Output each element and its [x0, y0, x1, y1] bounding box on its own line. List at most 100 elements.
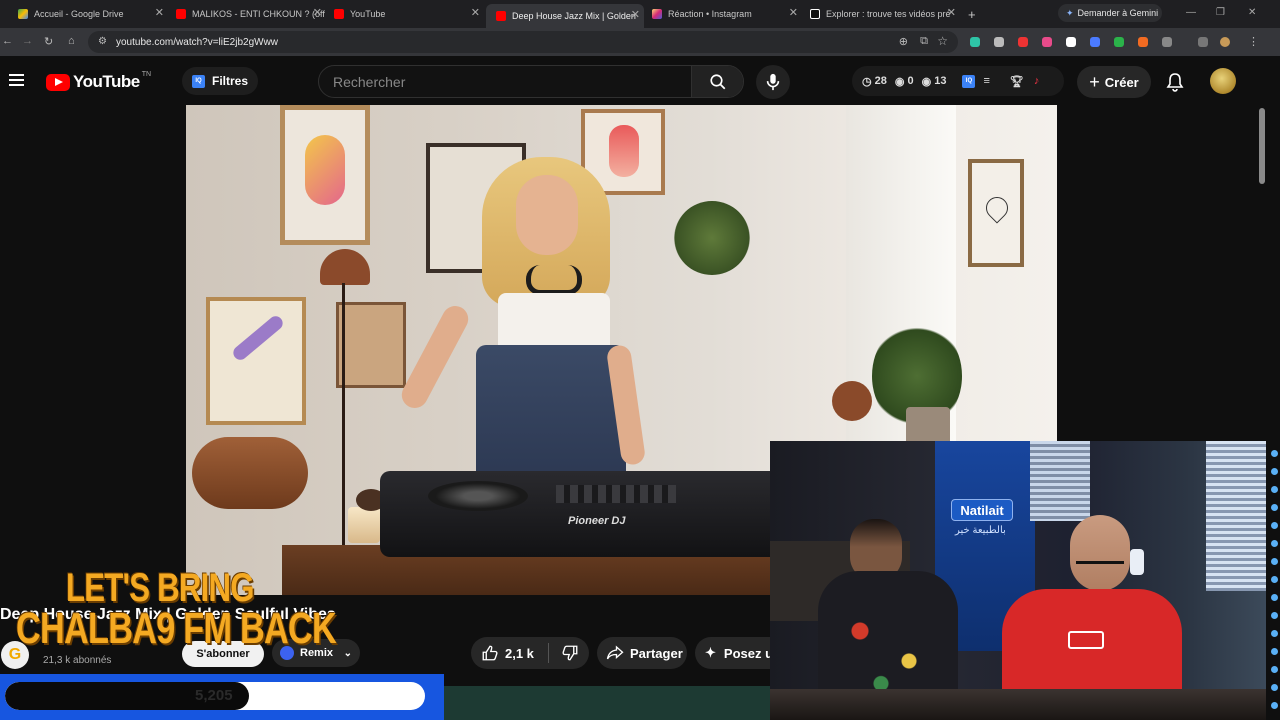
tab-tiktok[interactable]: Explorer : trouve tes vidéos pré ✕: [810, 4, 960, 24]
hanging-plant: [674, 201, 750, 275]
new-tab-button[interactable]: +: [968, 4, 984, 24]
page-scrollbar-thumb[interactable]: [1259, 108, 1265, 184]
reload-icon[interactable]: ↻: [44, 35, 53, 48]
tab-malikos[interactable]: MALIKOS - ENTI CHKOUN ? (off ✕: [176, 4, 326, 24]
youtube-icon: [496, 11, 506, 21]
minimize-icon[interactable]: —: [1186, 7, 1196, 18]
stat-value: 13: [934, 75, 947, 87]
watch-later-stat[interactable]: ◷ 28: [862, 75, 887, 88]
notification-alert-icon[interactable]: ♪: [1034, 75, 1040, 87]
dj-face: [516, 175, 578, 255]
lamp-stand: [342, 283, 345, 563]
media-controls-icon[interactable]: [1198, 37, 1208, 47]
wall-art-frame: [968, 159, 1024, 267]
leather-chair: [192, 437, 308, 509]
iq-extension-icon[interactable]: IQ: [962, 74, 976, 88]
like-button[interactable]: 2,1 k: [481, 644, 534, 662]
extension-icon[interactable]: [970, 37, 980, 47]
create-label: Créer: [1104, 74, 1139, 90]
tab-title: MALIKOS - ENTI CHKOUN ? (off: [192, 9, 325, 19]
overlay-dot-icon: [1271, 522, 1278, 529]
extension-stats-bar: ◷ 28 ◉ 0 ◉ 13 IQ ≡ 🏆︎ ♪: [852, 66, 1064, 96]
controller-brand-label: Pioneer DJ: [568, 515, 626, 527]
maximize-icon[interactable]: ❐: [1216, 7, 1225, 18]
create-button[interactable]: + Créer: [1077, 66, 1151, 98]
camera-extension-icon[interactable]: [994, 37, 1004, 47]
sparkle-icon: ✦: [705, 645, 716, 660]
headphones: [526, 265, 582, 295]
extension-icon[interactable]: [1138, 37, 1148, 47]
close-icon[interactable]: ✕: [789, 6, 798, 19]
close-icon[interactable]: ✕: [947, 6, 956, 19]
account-avatar[interactable]: [1210, 68, 1236, 94]
url-text: youtube.com/watch?v=liE2jb2gWww: [116, 36, 279, 48]
zoom-icon[interactable]: ⊕: [899, 35, 908, 48]
close-icon[interactable]: ✕: [471, 6, 480, 19]
window-blinds: [1206, 441, 1266, 591]
eye-icon: ◉: [894, 75, 905, 88]
trophy-icon[interactable]: 🏆︎: [1010, 75, 1024, 88]
close-icon[interactable]: ✕: [313, 6, 322, 19]
share-button[interactable]: Partager: [597, 637, 687, 669]
extension-icon[interactable]: [1114, 37, 1124, 47]
list-icon[interactable]: ≡: [983, 75, 989, 87]
window-close-icon[interactable]: ✕: [1248, 7, 1256, 18]
lamp-shade: [320, 249, 370, 285]
overlay-dot-icon: [1271, 594, 1278, 601]
vase: [832, 381, 872, 421]
youtube-logo[interactable]: YouTube TN: [46, 71, 151, 92]
search-icon: [709, 73, 725, 89]
like-count: 2,1 k: [505, 645, 534, 661]
overlay-dot-icon: [1271, 612, 1278, 619]
notifications-bell-icon[interactable]: [1166, 72, 1184, 92]
youtube-icon: [334, 9, 344, 19]
goal-progress-panel: 5,205: [0, 674, 444, 720]
tab-deep-house[interactable]: Deep House Jazz Mix | Golden ✕: [486, 4, 644, 28]
extension-icon[interactable]: [1042, 37, 1052, 47]
plus-icon: +: [968, 6, 976, 22]
views-stat[interactable]: ◉ 13: [922, 75, 947, 88]
filters-button[interactable]: IQ Filtres: [182, 67, 259, 95]
bookmark-star-icon[interactable]: ☆: [937, 34, 948, 48]
tab-youtube[interactable]: YouTube ✕: [334, 4, 484, 24]
kebab-menu-icon[interactable]: ⋮: [1248, 35, 1259, 48]
views-stat[interactable]: ◉ 0: [895, 75, 914, 88]
site-info-icon[interactable]: ⚙: [98, 36, 107, 47]
close-icon[interactable]: ✕: [155, 6, 164, 19]
mixer-knobs: [556, 485, 676, 503]
tab-instagram[interactable]: Réaction • Instagram ✕: [652, 4, 802, 24]
tab-google-drive[interactable]: Accueil - Google Drive ✕: [18, 4, 168, 24]
close-icon[interactable]: ✕: [631, 8, 640, 21]
instagram-icon: [652, 9, 662, 19]
jog-wheel: [428, 481, 528, 511]
home-icon[interactable]: ⌂: [68, 35, 75, 47]
search-input[interactable]: [319, 66, 693, 97]
gemini-sparkle-icon: ✦: [1066, 7, 1074, 18]
back-icon[interactable]: ←: [2, 35, 13, 47]
microphone-icon: [766, 73, 780, 91]
like-divider: [547, 643, 549, 663]
extension-icon[interactable]: [1090, 37, 1100, 47]
cast-icon[interactable]: ⧉: [920, 35, 928, 48]
address-bar[interactable]: ⚙ youtube.com/watch?v=liE2jb2gWww ⊕ ⧉ ☆: [88, 31, 958, 53]
youtube-play-icon: [46, 73, 70, 91]
plus-icon: +: [1089, 71, 1100, 92]
gemini-button[interactable]: ✦ Demander à Gemini: [1058, 4, 1162, 22]
google-drive-icon: [18, 9, 28, 19]
voice-search-button[interactable]: [756, 65, 790, 99]
browser-toolbar: ← → ↻ ⌂ ⚙ youtube.com/watch?v=liE2jb2gWw…: [0, 28, 1280, 56]
thumbs-up-icon: [482, 645, 498, 661]
profile-avatar[interactable]: [1220, 37, 1230, 47]
extension-icon[interactable]: [1066, 37, 1076, 47]
overlay-dot-icon: [1271, 576, 1278, 583]
stat-value: 28: [874, 75, 887, 87]
extension-icon[interactable]: [1018, 37, 1028, 47]
tab-title: YouTube: [350, 9, 386, 19]
share-label: Partager: [630, 645, 683, 661]
extensions-puzzle-icon[interactable]: [1162, 37, 1172, 47]
search-button[interactable]: [691, 66, 743, 97]
thumbs-down-icon[interactable]: [561, 644, 579, 662]
forward-icon[interactable]: →: [22, 35, 33, 47]
plant-pot: [906, 407, 950, 445]
hamburger-menu-icon[interactable]: [9, 74, 24, 86]
